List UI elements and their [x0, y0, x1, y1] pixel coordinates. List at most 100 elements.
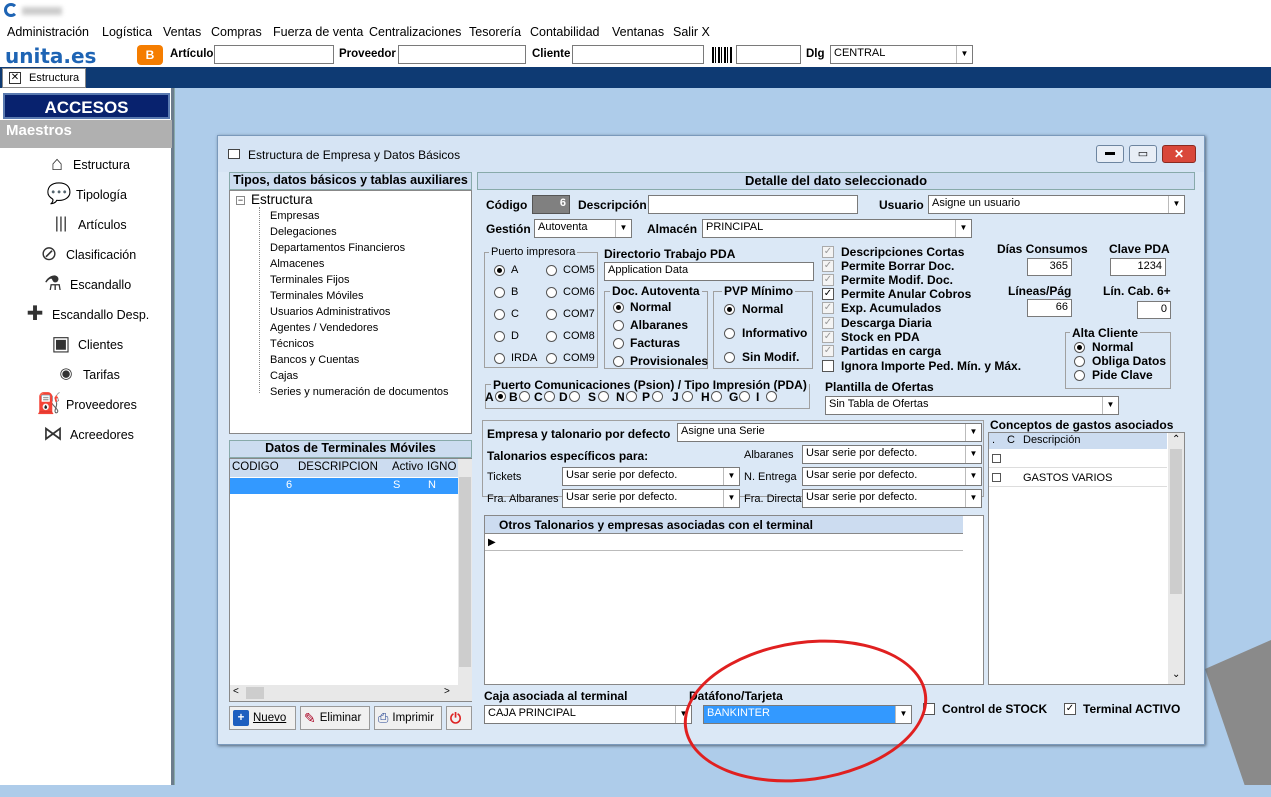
- close-button[interactable]: ✕: [1162, 145, 1196, 163]
- tickets-select[interactable]: Usar serie por defecto. ▼: [562, 467, 740, 486]
- qa-escandallo-desp[interactable]: ✚ Escandallo Desp.: [0, 300, 170, 330]
- chevron-up-icon[interactable]: ⌃: [1172, 434, 1180, 445]
- qa-escandallo[interactable]: ⚗ Escandallo: [0, 270, 170, 300]
- radio-com-b[interactable]: [519, 391, 530, 402]
- chevron-left-icon[interactable]: <: [233, 686, 239, 697]
- check-descarga-diaria[interactable]: ✓: [822, 317, 834, 329]
- radio-puerto-b[interactable]: [494, 287, 505, 298]
- tree-item[interactable]: Departamentos Financieros: [270, 242, 405, 254]
- descripcion-input[interactable]: [648, 195, 858, 214]
- qa-tarifas[interactable]: ◉ Tarifas: [0, 360, 170, 390]
- radio-puerto-com8[interactable]: [546, 331, 557, 342]
- codigo-field[interactable]: 6: [532, 195, 570, 214]
- chevron-down-icon[interactable]: ▼: [1168, 196, 1184, 213]
- radio-com-h[interactable]: [711, 391, 722, 402]
- barcode-icon[interactable]: [712, 47, 732, 63]
- radio-alta-normal[interactable]: [1074, 342, 1085, 353]
- radio-puerto-com6[interactable]: [546, 287, 557, 298]
- radio-puerto-a[interactable]: [494, 265, 505, 276]
- vertical-scrollbar[interactable]: [458, 459, 472, 685]
- radio-doc-provisionales[interactable]: [613, 356, 624, 367]
- radio-com-s[interactable]: [598, 391, 609, 402]
- check-permite-modif[interactable]: ✓: [822, 274, 834, 286]
- radio-com-j[interactable]: [682, 391, 693, 402]
- check-exp-acumulados[interactable]: ✓: [822, 302, 834, 314]
- chevron-down-icon[interactable]: ▼: [965, 490, 981, 507]
- radio-puerto-com9[interactable]: [546, 353, 557, 364]
- maestros-header[interactable]: Maestros: [0, 120, 172, 148]
- radio-com-c[interactable]: [544, 391, 555, 402]
- table-row[interactable]: ▶: [485, 535, 963, 551]
- chevron-right-icon[interactable]: >: [444, 686, 450, 697]
- gestion-select[interactable]: Autoventa ▼: [534, 219, 632, 238]
- row-checkbox[interactable]: [992, 454, 1001, 463]
- clave-input[interactable]: 1234: [1110, 258, 1166, 276]
- imprimir-button[interactable]: ⎙ Imprimir: [374, 706, 442, 730]
- col-descripcion[interactable]: Descripción: [1023, 434, 1080, 446]
- chevron-down-icon[interactable]: ▼: [723, 490, 739, 507]
- albaranes-select[interactable]: Usar serie por defecto. ▼: [802, 445, 982, 464]
- qa-acreedores[interactable]: ⋈ Acreedores: [0, 420, 170, 450]
- maximize-button[interactable]: ▭: [1129, 145, 1157, 163]
- tree-item[interactable]: Series y numeración de documentos: [270, 386, 449, 398]
- col-codigo[interactable]: CODIGO: [232, 461, 279, 473]
- eliminar-button[interactable]: ✎ Eliminar: [300, 706, 370, 730]
- radio-com-a[interactable]: [495, 391, 506, 402]
- radio-doc-normal[interactable]: [613, 302, 624, 313]
- radio-com-d[interactable]: [569, 391, 580, 402]
- caja-select[interactable]: CAJA PRINCIPAL ▼: [484, 705, 692, 724]
- check-permite-borrar[interactable]: ✓: [822, 260, 834, 272]
- tree-item[interactable]: Empresas: [270, 210, 320, 222]
- tree-item[interactable]: Bancos y Cuentas: [270, 354, 359, 366]
- check-stock-pda[interactable]: ✓: [822, 331, 834, 343]
- radio-com-g[interactable]: [739, 391, 750, 402]
- tree-root[interactable]: Estructura: [251, 192, 313, 207]
- empresa-select[interactable]: Asigne una Serie ▼: [677, 423, 982, 442]
- radio-puerto-c[interactable]: [494, 309, 505, 320]
- tree-item[interactable]: Cajas: [270, 370, 298, 382]
- terminal-activo-checkbox[interactable]: ✓: [1064, 703, 1076, 715]
- tree-item[interactable]: Usuarios Administrativos: [270, 306, 390, 318]
- radio-puerto-d[interactable]: [494, 331, 505, 342]
- col-dot[interactable]: .: [992, 434, 995, 446]
- menu-centralizaciones[interactable]: Centralizaciones: [369, 25, 461, 39]
- plantilla-select[interactable]: Sin Tabla de Ofertas ▼: [825, 396, 1119, 415]
- row-checkbox[interactable]: [992, 473, 1001, 482]
- col-c[interactable]: C: [1007, 434, 1015, 446]
- chevron-down-icon[interactable]: ▼: [723, 468, 739, 485]
- proveedor-input[interactable]: [398, 45, 526, 64]
- tree-item[interactable]: Almacenes: [270, 258, 324, 270]
- chevron-down-icon[interactable]: ▼: [965, 468, 981, 485]
- radio-pvp-normal[interactable]: [724, 304, 735, 315]
- table-row[interactable]: GASTOS VARIOS: [989, 469, 1167, 487]
- chevron-down-icon[interactable]: ⌄: [1172, 669, 1180, 680]
- chevron-down-icon[interactable]: ▼: [965, 424, 981, 441]
- fra-directa-select[interactable]: Usar serie por defecto. ▼: [802, 489, 982, 508]
- tree-item[interactable]: Terminales Móviles: [270, 290, 364, 302]
- radio-puerto-com5[interactable]: [546, 265, 557, 276]
- dias-input[interactable]: 365: [1027, 258, 1072, 276]
- menu-contabilidad[interactable]: Contabilidad: [530, 25, 600, 39]
- menu-ventanas[interactable]: Ventanas: [612, 25, 664, 39]
- vertical-scrollbar[interactable]: ⌃ ⌄: [1168, 433, 1184, 684]
- barcode-input[interactable]: [736, 45, 801, 64]
- radio-com-p[interactable]: [652, 391, 663, 402]
- lineas-input[interactable]: 66: [1027, 299, 1072, 317]
- articulo-input[interactable]: [214, 45, 334, 64]
- close-icon[interactable]: ✕: [9, 72, 21, 84]
- qa-proveedores[interactable]: ⛽ Proveedores: [0, 390, 170, 420]
- tree-item[interactable]: Terminales Fijos: [270, 274, 349, 286]
- menu-fuerza-venta[interactable]: Fuerza de venta: [273, 25, 363, 39]
- qa-clasificacion[interactable]: ⊘ Clasificación: [0, 240, 170, 270]
- chevron-down-icon[interactable]: ▼: [955, 220, 971, 237]
- col-descripcion[interactable]: DESCRIPCION: [298, 461, 378, 473]
- menu-tesoreria[interactable]: Tesorería: [469, 25, 521, 39]
- table-row[interactable]: [989, 450, 1167, 468]
- radio-pvp-sinmodif[interactable]: [724, 352, 735, 363]
- chevron-down-icon[interactable]: ▼: [1102, 397, 1118, 414]
- tab-estructura[interactable]: ✕ Estructura: [2, 68, 86, 88]
- radio-alta-clave[interactable]: [1074, 370, 1085, 381]
- radio-doc-albaranes[interactable]: [613, 320, 624, 331]
- qa-clientes[interactable]: ▣ Clientes: [0, 330, 170, 360]
- radio-com-n[interactable]: [626, 391, 637, 402]
